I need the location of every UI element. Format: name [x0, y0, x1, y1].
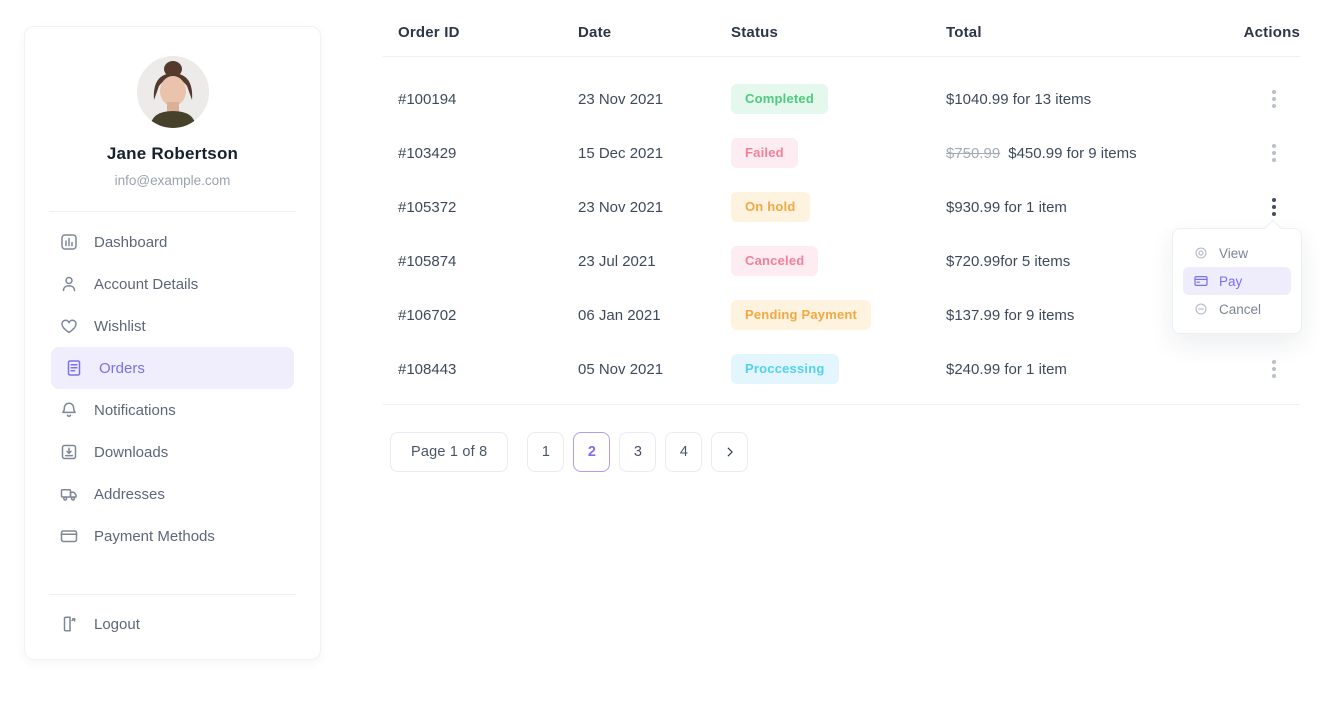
order-id: #100194	[383, 91, 578, 108]
order-date: 05 Nov 2021	[578, 361, 731, 378]
dashboard-icon	[59, 232, 79, 252]
status-badge: Canceled	[731, 246, 818, 276]
order-total: $240.99 for 1 item	[946, 361, 1240, 378]
credit-card-icon	[59, 526, 79, 546]
sidebar-menu: Dashboard Account Details Wishlist Order…	[25, 221, 320, 557]
account-sidebar: Jane Robertson info@example.com Dashboar…	[24, 26, 321, 660]
row-actions-kebab-icon-open[interactable]	[1266, 192, 1282, 222]
table-row: #103429 15 Dec 2021 Failed $750.99 $450.9…	[383, 126, 1300, 180]
menu-item-pay[interactable]: Pay	[1183, 267, 1291, 295]
table-row: #106702 06 Jan 2021 Pending Payment $137…	[383, 288, 1300, 342]
sidebar-item-wishlist[interactable]: Wishlist	[51, 305, 294, 347]
sidebar-item-label: Notifications	[94, 402, 176, 419]
user-name: Jane Robertson	[25, 142, 320, 166]
menu-item-view[interactable]: View	[1183, 239, 1291, 267]
truck-icon	[59, 484, 79, 504]
sidebar-item-payment-methods[interactable]: Payment Methods	[51, 515, 294, 557]
status-badge: Failed	[731, 138, 798, 168]
page-button-4[interactable]: 4	[665, 432, 702, 472]
order-date: 23 Jul 2021	[578, 253, 731, 270]
sidebar-item-addresses[interactable]: Addresses	[51, 473, 294, 515]
column-header-order-id: Order ID	[383, 24, 578, 41]
download-icon	[59, 442, 79, 462]
sidebar-item-label: Payment Methods	[94, 528, 215, 545]
eye-icon	[1193, 245, 1209, 261]
sidebar-item-label: Addresses	[94, 486, 165, 503]
menu-item-cancel[interactable]: Cancel	[1183, 295, 1291, 323]
status-badge: Completed	[731, 84, 828, 114]
credit-card-icon	[1193, 273, 1209, 289]
sidebar-divider	[49, 594, 296, 595]
order-date: 06 Jan 2021	[578, 307, 731, 324]
table-footer-divider	[383, 404, 1300, 405]
heart-icon	[59, 316, 79, 336]
order-id: #106702	[383, 307, 578, 324]
table-body: #100194 23 Nov 2021 Completed $1040.99 f…	[383, 57, 1300, 396]
user-icon	[59, 274, 79, 294]
order-total: $930.99 for 1 item	[946, 199, 1240, 216]
sidebar-item-label: Downloads	[94, 444, 168, 461]
order-total-old-price: $750.99	[946, 145, 1000, 162]
table-row: #105372 23 Nov 2021 On hold $930.99 for …	[383, 180, 1300, 234]
table-row: #105874 23 Jul 2021 Canceled $720.99for …	[383, 234, 1300, 288]
table-row: #100194 23 Nov 2021 Completed $1040.99 f…	[383, 72, 1300, 126]
sidebar-divider	[49, 211, 296, 212]
avatar-image	[137, 56, 209, 128]
page-button-2-active[interactable]: 2	[573, 432, 610, 472]
menu-item-label: Pay	[1219, 274, 1242, 289]
status-badge: On hold	[731, 192, 810, 222]
logout-label: Logout	[94, 616, 140, 633]
orders-icon	[64, 358, 84, 378]
pagination: Page 1 of 8 1 2 3 4	[390, 432, 1300, 472]
status-badge: Pending Payment	[731, 300, 871, 330]
bell-icon	[59, 400, 79, 420]
sidebar-item-account-details[interactable]: Account Details	[51, 263, 294, 305]
row-actions-menu: View Pay Cancel	[1172, 228, 1302, 334]
order-total: $750.99 $450.99 for 9 items	[946, 145, 1240, 162]
sidebar-item-dashboard[interactable]: Dashboard	[51, 221, 294, 263]
logout-button[interactable]: Logout	[51, 603, 294, 645]
order-id: #108443	[383, 361, 578, 378]
page-button-3[interactable]: 3	[619, 432, 656, 472]
minus-circle-icon	[1193, 301, 1209, 317]
chevron-right-icon	[723, 445, 737, 459]
order-date: 23 Nov 2021	[578, 91, 731, 108]
order-id: #105874	[383, 253, 578, 270]
column-header-total: Total	[946, 24, 1240, 41]
sidebar-item-notifications[interactable]: Notifications	[51, 389, 294, 431]
avatar	[137, 56, 209, 128]
row-actions-kebab-icon[interactable]	[1266, 354, 1282, 384]
sidebar-item-label: Orders	[99, 360, 145, 377]
column-header-status: Status	[731, 24, 946, 41]
order-date: 23 Nov 2021	[578, 199, 731, 216]
table-row: #108443 05 Nov 2021 Proccessing $240.99 …	[383, 342, 1300, 396]
order-id: #103429	[383, 145, 578, 162]
page-summary-button[interactable]: Page 1 of 8	[390, 432, 508, 472]
logout-icon	[59, 614, 79, 634]
order-total: $1040.99 for 13 items	[946, 91, 1240, 108]
row-actions-kebab-icon[interactable]	[1266, 84, 1282, 114]
sidebar-item-label: Wishlist	[94, 318, 146, 335]
orders-panel: Order ID Date Status Total Actions #1001…	[383, 0, 1300, 472]
table-header: Order ID Date Status Total Actions	[383, 0, 1300, 57]
status-badge: Proccessing	[731, 354, 839, 384]
page-button-1[interactable]: 1	[527, 432, 564, 472]
sidebar-item-label: Dashboard	[94, 234, 167, 251]
user-email: info@example.com	[25, 171, 320, 191]
sidebar-item-orders[interactable]: Orders	[51, 347, 294, 389]
order-date: 15 Dec 2021	[578, 145, 731, 162]
row-actions-kebab-icon[interactable]	[1266, 138, 1282, 168]
order-id: #105372	[383, 199, 578, 216]
menu-item-label: View	[1219, 246, 1248, 261]
order-total-current: $450.99 for 9 items	[1008, 145, 1136, 162]
next-page-button[interactable]	[711, 432, 748, 472]
column-header-actions: Actions	[1240, 24, 1300, 41]
menu-item-label: Cancel	[1219, 302, 1261, 317]
column-header-date: Date	[578, 24, 731, 41]
sidebar-item-label: Account Details	[94, 276, 198, 293]
sidebar-item-downloads[interactable]: Downloads	[51, 431, 294, 473]
